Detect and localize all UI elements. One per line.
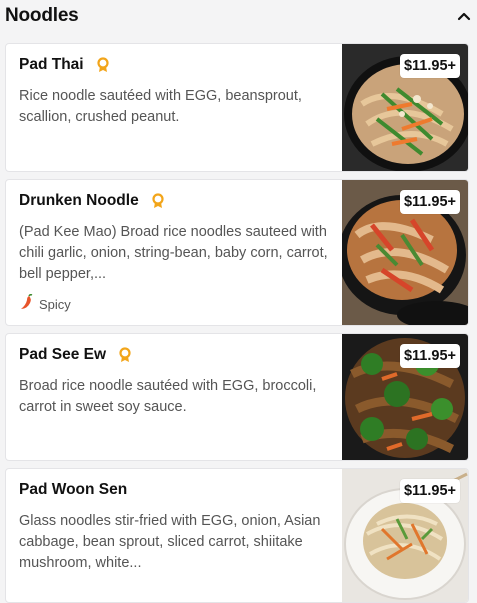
section-header: Noodles <box>5 0 475 32</box>
menu-item-description: Rice noodle sautéed with EGG, beansprout… <box>19 88 302 126</box>
menu-item-text: Pad Thai Rice noodle sautéed with EGG, b… <box>19 56 339 128</box>
price-tag: $11.95+ <box>399 54 460 78</box>
menu-item-text: Drunken Noodle (Pad Kee Mao) Broad rice … <box>19 192 339 285</box>
award-ribbon-icon <box>96 57 110 73</box>
chevron-up-icon[interactable] <box>453 5 475 27</box>
menu-item-card[interactable]: Pad See Ew Broad rice noodle sautéed wit… <box>5 333 469 461</box>
price-tag: $11.95+ <box>399 190 460 214</box>
menu-item-description: (Pad Kee Mao) Broad rice noodles sauteed… <box>19 224 328 283</box>
menu-item-card[interactable]: Pad Woon Sen Glass noodles stir-fried wi… <box>5 468 469 603</box>
menu-item-description: Glass noodles stir-fried with EGG, onion… <box>19 513 321 572</box>
tag-label: Spicy <box>39 297 71 312</box>
award-ribbon-icon <box>118 347 132 363</box>
menu-item-name: Pad See Ew <box>19 346 107 363</box>
price-tag: $11.95+ <box>399 479 460 503</box>
menu-item-name: Pad Woon Sen <box>19 481 128 498</box>
menu-item-description: Broad rice noodle sautéed with EGG, broc… <box>19 378 317 416</box>
section-title: Noodles <box>5 5 79 26</box>
menu-item-card[interactable]: Drunken Noodle (Pad Kee Mao) Broad rice … <box>5 179 469 326</box>
award-ribbon-icon <box>151 193 165 209</box>
menu-item-text: Pad Woon Sen Glass noodles stir-fried wi… <box>19 481 339 574</box>
chili-pepper-icon <box>19 293 33 315</box>
price-tag: $11.95+ <box>399 344 460 368</box>
dietary-tag: Spicy <box>19 293 71 315</box>
menu-item-card[interactable]: Pad Thai Rice noodle sautéed with EGG, b… <box>5 43 469 172</box>
menu-item-name: Pad Thai <box>19 56 84 73</box>
menu-item-name: Drunken Noodle <box>19 192 139 209</box>
menu-item-text: Pad See Ew Broad rice noodle sautéed wit… <box>19 346 339 418</box>
